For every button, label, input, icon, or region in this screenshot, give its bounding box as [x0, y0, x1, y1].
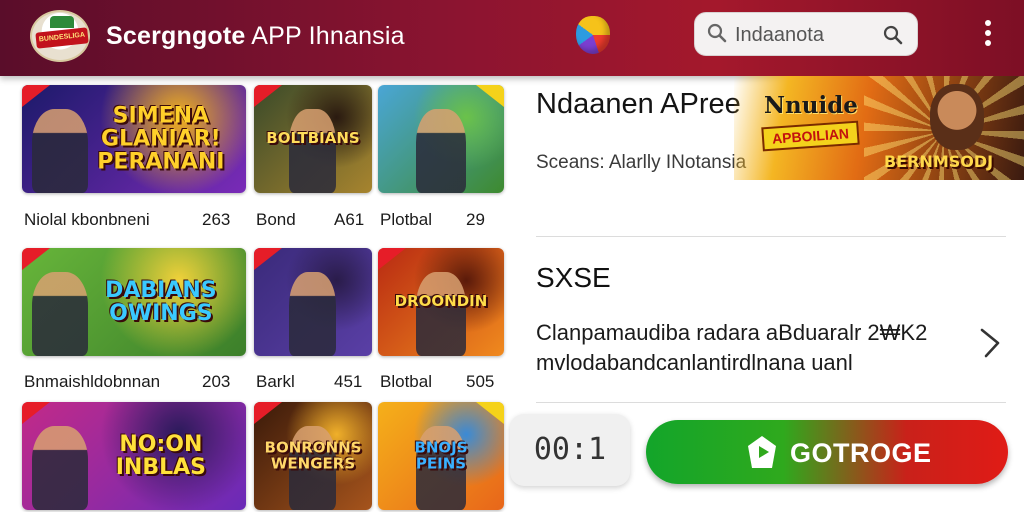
game-card[interactable]: DABIANS OWINGS	[22, 248, 246, 356]
game-character	[416, 109, 466, 193]
play-shield-icon	[748, 436, 776, 468]
colorball-icon[interactable]	[576, 16, 610, 54]
game-caption: Niolal kbonbneni	[24, 210, 150, 229]
logo-ribbon: BUNDESLIGA	[35, 27, 89, 49]
game-character	[32, 109, 88, 193]
game-banner-text: DABIANS OWINGS	[105, 277, 217, 326]
promo-character	[930, 84, 984, 150]
app-logo[interactable]: BUNDESLIGA	[30, 10, 90, 62]
game-count: 29	[466, 210, 485, 229]
game-card[interactable]: DROONDIN	[378, 248, 504, 356]
timer-display: 00:1	[510, 414, 630, 486]
divider	[536, 402, 1006, 403]
game-card[interactable]: BNOJS PEINS	[378, 402, 504, 510]
game-caption: Plotbal	[380, 210, 432, 229]
promo-banner[interactable]: Nnuide APBOILIAN BERNMSODJ	[734, 76, 1024, 180]
game-banner-text: BNOJS PEINS	[414, 438, 468, 472]
kebab-icon[interactable]	[980, 18, 996, 52]
game-character	[289, 109, 336, 193]
game-character	[416, 272, 466, 356]
game-caption: Blotbal	[380, 372, 432, 391]
go-button[interactable]: GOTROGE	[646, 420, 1008, 484]
section-title: SXSE	[536, 262, 611, 293]
promo-banner-top: Nnuide	[764, 92, 858, 119]
promo-banner-mid: APBOILIAN	[761, 120, 860, 152]
game-card[interactable]: NO:ON INBLAS	[22, 402, 246, 510]
search-box[interactable]	[694, 12, 918, 56]
logo-crown-icon	[50, 16, 74, 28]
app-title: Scergngote APP Ihnansia	[106, 22, 405, 51]
game-caption: Bond	[256, 210, 296, 229]
game-card[interactable]	[378, 85, 504, 193]
promo-subheading: Sceans: Alarlly INotansia	[536, 152, 747, 173]
game-banner-text: BONRONNS WENGERS	[264, 438, 362, 472]
game-banner-text: SIMENA GLANIAR! PERANANI	[97, 103, 225, 175]
divider	[536, 236, 1006, 237]
app-title-bold: Scergngote	[106, 22, 246, 50]
promo-banner-bottom: BERNMSODJ	[884, 152, 994, 171]
game-count: A61	[334, 210, 365, 229]
go-button-label: GOTROGE	[790, 438, 932, 468]
game-caption: Barkl	[256, 372, 295, 391]
game-character	[289, 272, 336, 356]
game-caption: Bnmaishldobnnan	[24, 372, 161, 391]
app-header: BUNDESLIGA Scergngote APP Ihnansia	[0, 0, 1024, 76]
game-card[interactable]	[254, 248, 372, 356]
game-banner-text: NO:ON INBLAS	[115, 431, 207, 480]
game-character	[32, 426, 88, 510]
section-description: Clanpamaudiba radara aBduaralr 2₩K2 mvlo…	[536, 320, 928, 375]
app-title-rest: APP Ihnansia	[245, 22, 405, 50]
search-submit-icon[interactable]	[883, 25, 903, 45]
game-card[interactable]: BOLTBIANS	[254, 85, 372, 193]
promo-heading: Ndaanen APree	[536, 88, 741, 120]
game-card[interactable]: SIMENA GLANIAR! PERANANI	[22, 85, 246, 193]
game-banner-text: DROONDIN	[394, 292, 488, 311]
game-character	[32, 272, 88, 356]
game-banner-text: BOLTBIANS	[266, 129, 360, 148]
game-count: 505	[466, 372, 495, 391]
search-input[interactable]	[735, 21, 875, 49]
game-count: 203	[202, 372, 231, 391]
game-card[interactable]: BONRONNS WENGERS	[254, 402, 372, 510]
search-icon	[707, 23, 727, 43]
game-count: 263	[202, 210, 231, 229]
game-count: 451	[334, 372, 363, 391]
chevron-right-icon[interactable]	[972, 326, 1006, 360]
